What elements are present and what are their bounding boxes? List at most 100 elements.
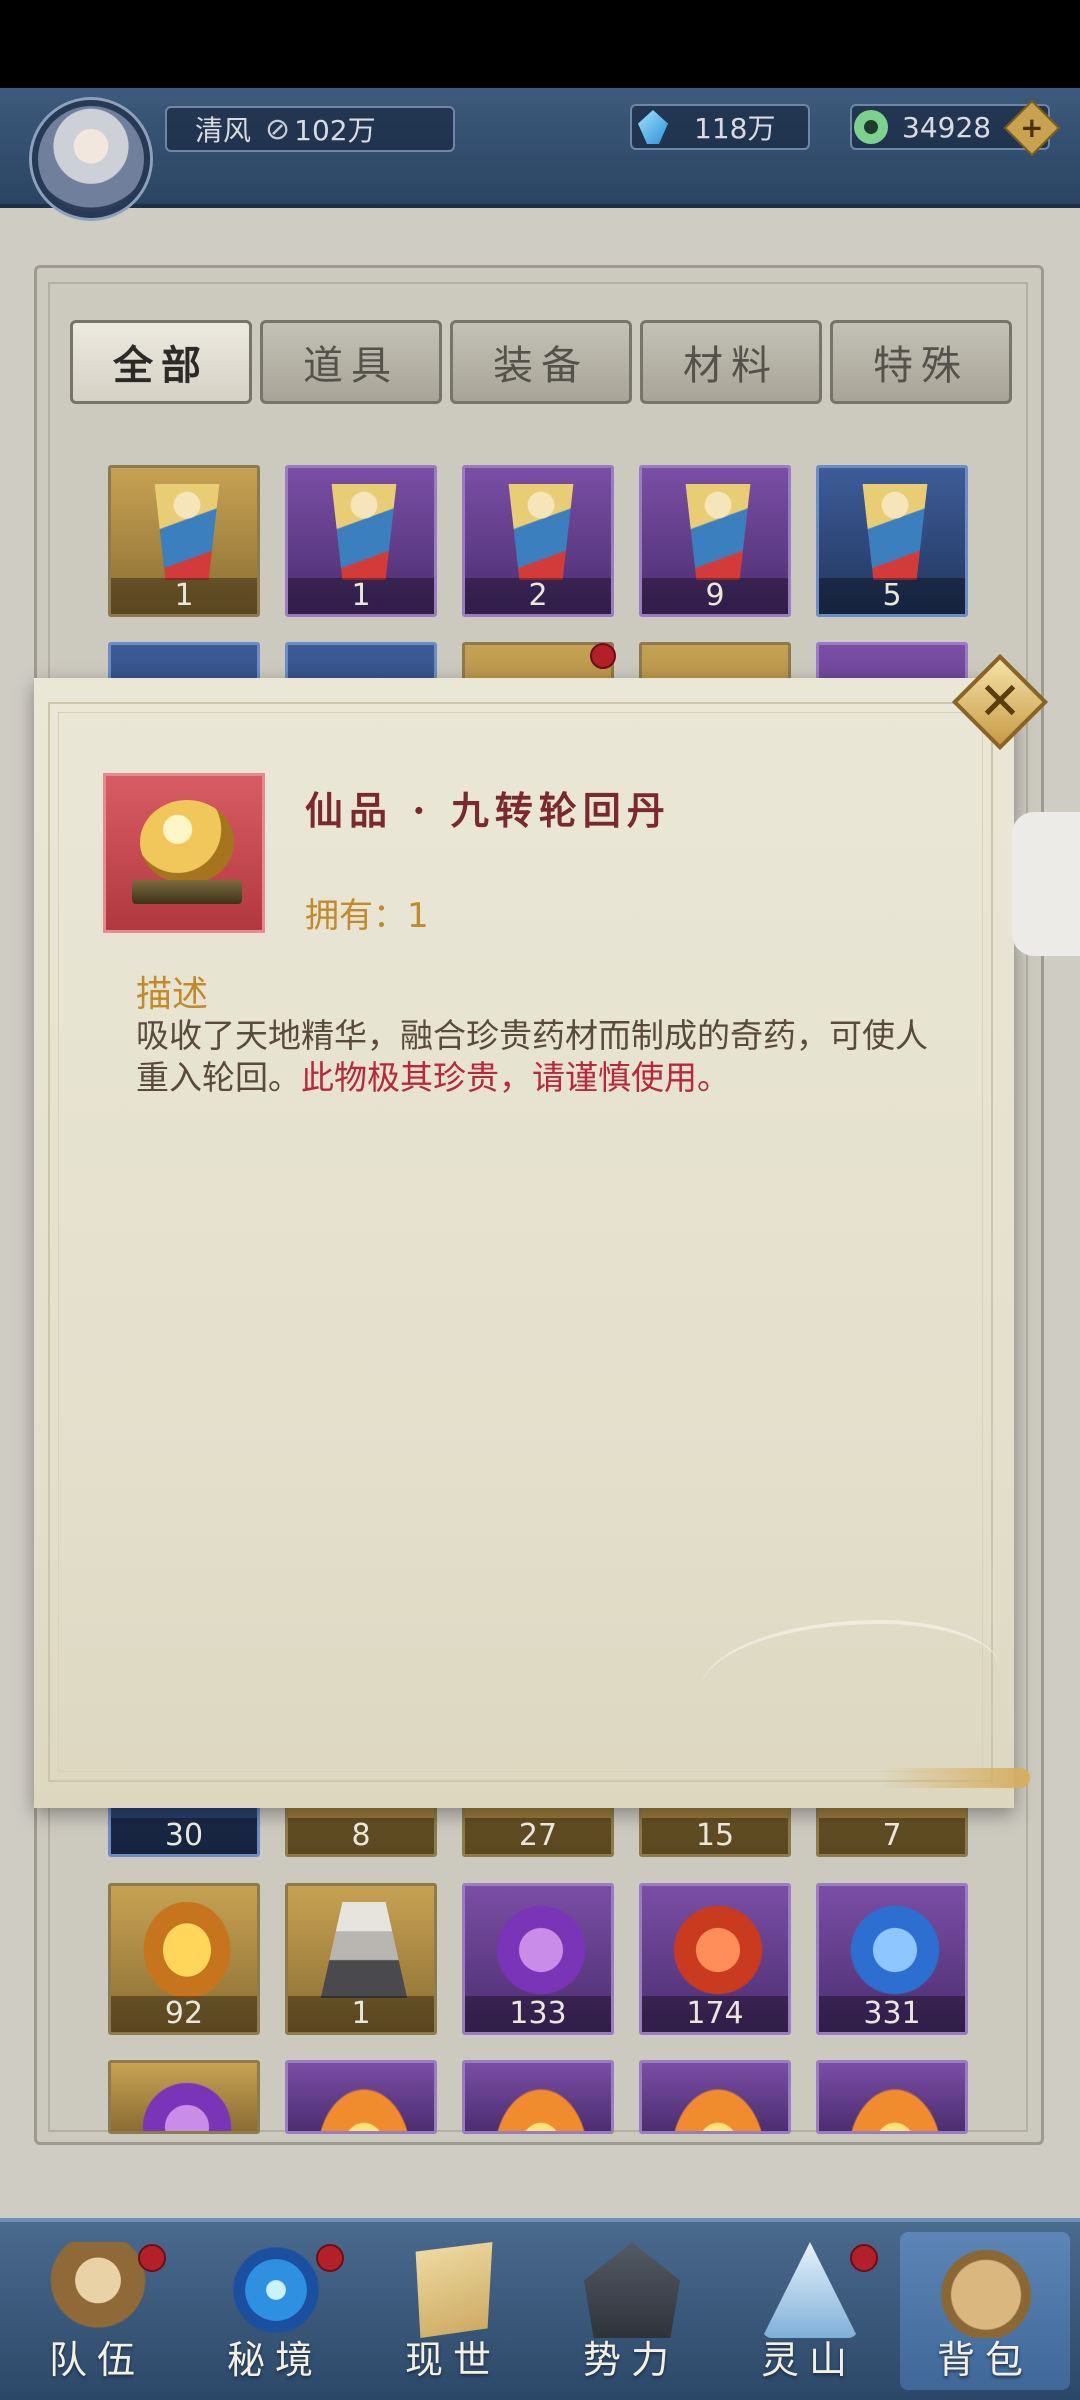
item-count: 92 <box>111 1996 257 2032</box>
spirit-egg-icon <box>133 1902 241 1998</box>
tab-all[interactable]: 全部 <box>70 320 252 404</box>
elixir-item-icon <box>103 773 265 933</box>
close-icon: ✕ <box>978 672 1022 732</box>
nav-realm-label: 秘境 <box>226 2338 323 2382</box>
inventory-slot[interactable]: 1 <box>285 465 437 617</box>
bag-tabs: 全部 道具 装备 材料 特殊 <box>70 320 1012 404</box>
nav-world[interactable]: 现世 <box>368 2232 538 2390</box>
team-icon <box>50 2242 146 2338</box>
inventory-slot[interactable] <box>108 2060 260 2134</box>
item-count: 9 <box>642 578 788 614</box>
inventory-slot[interactable]: 92 <box>108 1883 260 2035</box>
blue-jade-icon <box>841 1902 949 1998</box>
crystal-amount: 118万 <box>694 112 776 145</box>
fan-icon <box>331 484 397 580</box>
notification-dot <box>316 2244 344 2272</box>
nav-bag-label: 背包 <box>936 2338 1033 2382</box>
golden-pill-icon <box>140 800 234 884</box>
tab-materials[interactable]: 材料 <box>640 320 822 404</box>
mountain-icon <box>762 2242 858 2338</box>
description-warning: 此物极其珍贵，请谨慎使用。 <box>301 1058 730 1097</box>
nav-mountain-label: 灵山 <box>760 2338 857 2382</box>
lotus-icon <box>841 2079 949 2131</box>
fan-icon <box>862 484 928 580</box>
power-value: 102万 <box>294 114 376 147</box>
new-item-dot <box>590 643 616 669</box>
item-count: 174 <box>642 1996 788 2032</box>
nav-faction[interactable]: 势力 <box>546 2232 716 2390</box>
bag-icon <box>938 2242 1034 2338</box>
inventory-slot[interactable] <box>639 2060 791 2134</box>
item-count: 2 <box>465 578 611 614</box>
owned-value: 1 <box>407 896 429 936</box>
item-count: 8 <box>288 1818 434 1854</box>
faction-icon <box>584 2242 680 2338</box>
nav-bag[interactable]: 背包 <box>900 2232 1070 2390</box>
lotus-icon <box>664 2079 772 2131</box>
inventory-slot[interactable]: 1 <box>285 1883 437 2035</box>
fan-icon <box>154 484 220 580</box>
owned-label: 拥有： <box>305 896 407 936</box>
red-jade-icon <box>664 1902 772 1998</box>
description-label: 描述 <box>136 974 209 1015</box>
item-count: 133 <box>465 1996 611 2032</box>
owned-count: 拥有：1 <box>305 888 429 937</box>
nav-realm[interactable]: 秘境 <box>190 2232 360 2390</box>
player-info-bar[interactable]: 清风 ⊘ 102万 <box>165 106 455 152</box>
close-popup-button[interactable]: ✕ <box>951 653 1049 751</box>
status-bar <box>0 0 1080 88</box>
description-text: 吸收了天地精华，融合珍贵药材而制成的奇药，可使人重入轮回。此物极其珍贵，请谨慎使… <box>136 1015 956 1099</box>
character-card-icon <box>320 1902 408 1998</box>
item-count: 1 <box>288 1996 434 2032</box>
nav-faction-label: 势力 <box>582 2338 679 2382</box>
inventory-slot[interactable]: 174 <box>639 1883 791 2035</box>
realm-icon <box>228 2242 324 2338</box>
item-count: 1 <box>288 578 434 614</box>
power-icon: ⊘ <box>265 111 291 147</box>
inventory-slot[interactable] <box>462 2060 614 2134</box>
item-name: 仙品 · 九转轮回丹 <box>305 788 671 833</box>
item-count: 7 <box>819 1818 965 1854</box>
inventory-slot[interactable]: 133 <box>462 1883 614 2035</box>
item-count: 5 <box>819 578 965 614</box>
item-count: 15 <box>642 1818 788 1854</box>
lotus-icon <box>487 2079 595 2131</box>
inventory-slot[interactable]: 9 <box>639 465 791 617</box>
plus-icon: + <box>1020 111 1044 144</box>
inventory-slot[interactable]: 2 <box>462 465 614 617</box>
fan-icon <box>685 484 751 580</box>
fan-icon <box>508 484 574 580</box>
item-count: 331 <box>819 1996 965 2032</box>
item-count: 1 <box>111 578 257 614</box>
jade-currency: 34928 + <box>850 99 1061 157</box>
tab-special[interactable]: 特殊 <box>830 320 1012 404</box>
inventory-slot[interactable]: 1 <box>108 465 260 617</box>
inventory-slot[interactable]: 331 <box>816 1883 968 2035</box>
player-name: 清风 <box>195 114 252 147</box>
purple-jade-icon <box>487 1902 595 1998</box>
side-floating-tab[interactable] <box>1012 812 1080 956</box>
pill-stand <box>132 880 242 904</box>
crystal-currency[interactable]: 118万 <box>630 104 810 150</box>
crystal-icon <box>638 110 668 144</box>
player-avatar[interactable] <box>32 100 150 218</box>
world-icon <box>415 2242 493 2338</box>
jade-icon <box>854 110 888 144</box>
lotus-icon <box>310 2079 418 2131</box>
notification-dot <box>138 2244 166 2272</box>
tab-items[interactable]: 道具 <box>260 320 442 404</box>
nav-team-label: 队伍 <box>48 2338 145 2382</box>
jade-amount: 34928 <box>902 110 992 144</box>
nav-world-label: 现世 <box>404 2338 501 2382</box>
notification-dot <box>850 2244 878 2272</box>
nav-team[interactable]: 队伍 <box>12 2232 182 2390</box>
inventory-slot[interactable] <box>816 2060 968 2134</box>
inventory-slot[interactable] <box>285 2060 437 2134</box>
tab-equipment[interactable]: 装备 <box>450 320 632 404</box>
scroll-decoration <box>880 1768 1030 1788</box>
orb-icon <box>133 2079 241 2131</box>
item-count: 27 <box>465 1818 611 1854</box>
inventory-slot[interactable]: 5 <box>816 465 968 617</box>
nav-mountain[interactable]: 灵山 <box>724 2232 894 2390</box>
item-count: 30 <box>111 1818 257 1854</box>
